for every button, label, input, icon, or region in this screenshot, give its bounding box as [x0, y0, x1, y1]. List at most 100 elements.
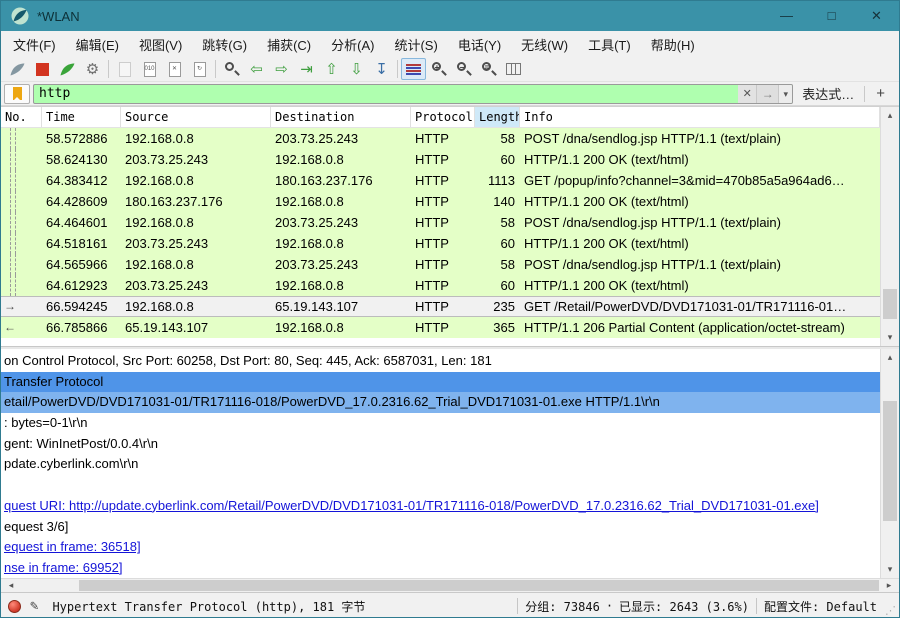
zoom-reset-icon[interactable]: = — [476, 58, 501, 80]
capture-comment-icon[interactable]: ✎ — [30, 598, 38, 614]
column-header-length[interactable]: Length — [475, 107, 520, 127]
column-header-time[interactable]: Time — [42, 107, 121, 127]
detail-line[interactable]: quest URI: http://update.cyberlink.com/R… — [1, 496, 880, 517]
menu-item-file[interactable]: 文件(F) — [3, 35, 66, 54]
status-profile[interactable]: 配置文件: Default — [764, 598, 877, 615]
col-protocol: HTTP — [415, 131, 449, 146]
go-to-packet-icon[interactable]: ⇥ — [294, 58, 319, 80]
packet-row[interactable]: 64.428609 180.163.237.176 192.168.0.8 HTTP 1… — [1, 191, 880, 212]
add-filter-button[interactable]: + — [876, 85, 885, 102]
reload-file-icon[interactable]: ↻ — [187, 58, 212, 80]
col-no — [1, 149, 42, 170]
detail-line[interactable]: Transfer Protocol — [1, 371, 880, 393]
menu-item-capture[interactable]: 捕获(C) — [257, 35, 321, 54]
filter-clear-button[interactable]: ✕ — [738, 84, 757, 103]
menu-item-edit[interactable]: 编辑(E) — [66, 35, 129, 54]
horizontal-scrollbar[interactable]: ◂ ▸ — [1, 578, 899, 592]
colorize-icon[interactable] — [401, 58, 426, 80]
display-filter-input[interactable] — [34, 84, 739, 103]
col-source: 192.168.0.8 — [125, 131, 194, 146]
filter-bookmark-button[interactable] — [4, 83, 30, 104]
col-time: 64.464601 — [46, 215, 108, 230]
start-capture-icon[interactable] — [5, 58, 30, 80]
go-forward-icon[interactable]: ⇨ — [269, 58, 294, 80]
column-header-no[interactable]: No. — [1, 107, 42, 127]
col-time: 64.383412 — [46, 173, 108, 188]
go-last-icon[interactable]: ⇩ — [344, 58, 369, 80]
conversation-line-icon — [10, 233, 11, 254]
detail-line[interactable]: gent: WinInetPost/0.0.4\r\n — [1, 434, 880, 455]
menu-item-telephony[interactable]: 电话(Y) — [448, 35, 511, 54]
col-length: 60 — [500, 152, 515, 167]
detail-scrollbar[interactable]: ▴ ▾ — [880, 349, 899, 578]
find-packet-icon[interactable] — [219, 58, 244, 80]
scroll-down-icon[interactable]: ▾ — [881, 329, 899, 346]
detail-line[interactable]: etail/PowerDVD/DVD171031-01/TR171116-018… — [1, 392, 880, 414]
maximize-button[interactable]: □ — [809, 1, 854, 31]
packet-list-scroll-thumb[interactable] — [883, 289, 897, 319]
column-header-destination[interactable]: Destination — [271, 107, 411, 127]
filter-apply-button[interactable]: → — [756, 84, 779, 103]
column-header-info[interactable]: Info — [520, 107, 880, 127]
detail-line[interactable]: nse in frame: 69952] — [1, 558, 880, 578]
go-back-icon[interactable]: ⇦ — [244, 58, 269, 80]
col-time: 64.518161 — [46, 236, 108, 251]
detail-line[interactable]: : bytes=0-1\r\n — [1, 413, 880, 434]
zoom-in-icon[interactable]: + — [426, 58, 451, 80]
col-protocol: HTTP — [415, 215, 449, 230]
minimize-button[interactable]: — — [764, 1, 809, 31]
menu-item-analyze[interactable]: 分析(A) — [321, 35, 384, 54]
packet-list-scrollbar[interactable]: ▴ ▾ — [880, 107, 899, 346]
packet-row[interactable]: 58.572886 192.168.0.8 203.73.25.243 HTTP 58 P… — [1, 128, 880, 149]
scroll-right-icon[interactable]: ▸ — [881, 579, 897, 592]
menu-item-tools[interactable]: 工具(T) — [578, 35, 641, 54]
stop-capture-icon[interactable] — [30, 58, 55, 80]
col-info: POST /dna/sendlog.jsp HTTP/1.1 (text/pla… — [524, 257, 781, 272]
horizontal-scroll-thumb[interactable] — [79, 580, 879, 591]
zoom-out-icon[interactable]: − — [451, 58, 476, 80]
packet-row[interactable]: 64.565966 192.168.0.8 203.73.25.243 HTTP 58 P… — [1, 254, 880, 275]
filter-separator — [864, 85, 866, 102]
detail-line[interactable]: on Control Protocol, Src Port: 60258, Ds… — [1, 351, 880, 372]
conversation-line-icon — [10, 254, 11, 275]
menu-item-wireless[interactable]: 无线(W) — [511, 35, 578, 54]
detail-line[interactable]: equest in frame: 36518] — [1, 537, 880, 558]
menu-item-help[interactable]: 帮助(H) — [641, 35, 705, 54]
packet-row[interactable]: 58.624130 203.73.25.243 192.168.0.8 HTTP 60 H… — [1, 149, 880, 170]
packet-row[interactable]: 64.383412 192.168.0.8 180.163.237.176 HTTP 1… — [1, 170, 880, 191]
packet-row[interactable]: 64.518161 203.73.25.243 192.168.0.8 HTTP 60 H… — [1, 233, 880, 254]
filter-dropdown-button[interactable]: ▾ — [778, 84, 793, 103]
scroll-up-icon[interactable]: ▴ — [881, 107, 899, 124]
column-header-source[interactable]: Source — [121, 107, 271, 127]
save-file-icon[interactable]: 010 — [137, 58, 162, 80]
open-file-icon[interactable] — [112, 58, 137, 80]
resize-grip-icon[interactable]: ⋰ — [885, 604, 896, 617]
packet-row[interactable]: 64.612923 203.73.25.243 192.168.0.8 HTTP 60 H… — [1, 275, 880, 296]
close-file-icon[interactable]: ✕ — [162, 58, 187, 80]
scroll-down-icon[interactable]: ▾ — [881, 561, 899, 578]
autoscroll-icon[interactable]: ↧ — [369, 58, 394, 80]
packet-row[interactable]: 64.464601 192.168.0.8 203.73.25.243 HTTP 58 P… — [1, 212, 880, 233]
menu-item-statistics[interactable]: 统计(S) — [384, 35, 447, 54]
col-length: 235 — [493, 299, 515, 314]
packet-row[interactable]: ← 66.785866 65.19.143.107 192.168.0.8 HTTP 36… — [1, 317, 880, 338]
resize-columns-icon[interactable] — [501, 58, 526, 80]
col-source: 180.163.237.176 — [125, 194, 223, 209]
expression-button[interactable]: 表达式… — [802, 84, 854, 103]
packet-row[interactable]: → 66.594245 192.168.0.8 65.19.143.107 HTTP 23… — [1, 296, 880, 317]
col-time: 58.572886 — [46, 131, 108, 146]
detail-line[interactable]: pdate.cyberlink.com\r\n — [1, 454, 880, 475]
menu-item-go[interactable]: 跳转(G) — [192, 35, 257, 54]
close-button[interactable]: ✕ — [854, 1, 899, 31]
capture-options-icon[interactable]: ⚙ — [80, 58, 105, 80]
menu-item-view[interactable]: 视图(V) — [129, 35, 192, 54]
col-info: HTTP/1.1 200 OK (text/html) — [524, 278, 689, 293]
scroll-up-icon[interactable]: ▴ — [881, 349, 899, 366]
go-first-icon[interactable]: ⇧ — [319, 58, 344, 80]
expert-info-icon[interactable] — [8, 599, 21, 613]
restart-capture-icon[interactable] — [55, 58, 80, 80]
column-header-protocol[interactable]: Protocol — [411, 107, 475, 127]
detail-line[interactable]: equest 3/6] — [1, 517, 880, 538]
detail-scroll-thumb[interactable] — [883, 401, 897, 521]
scroll-left-icon[interactable]: ◂ — [3, 579, 19, 592]
